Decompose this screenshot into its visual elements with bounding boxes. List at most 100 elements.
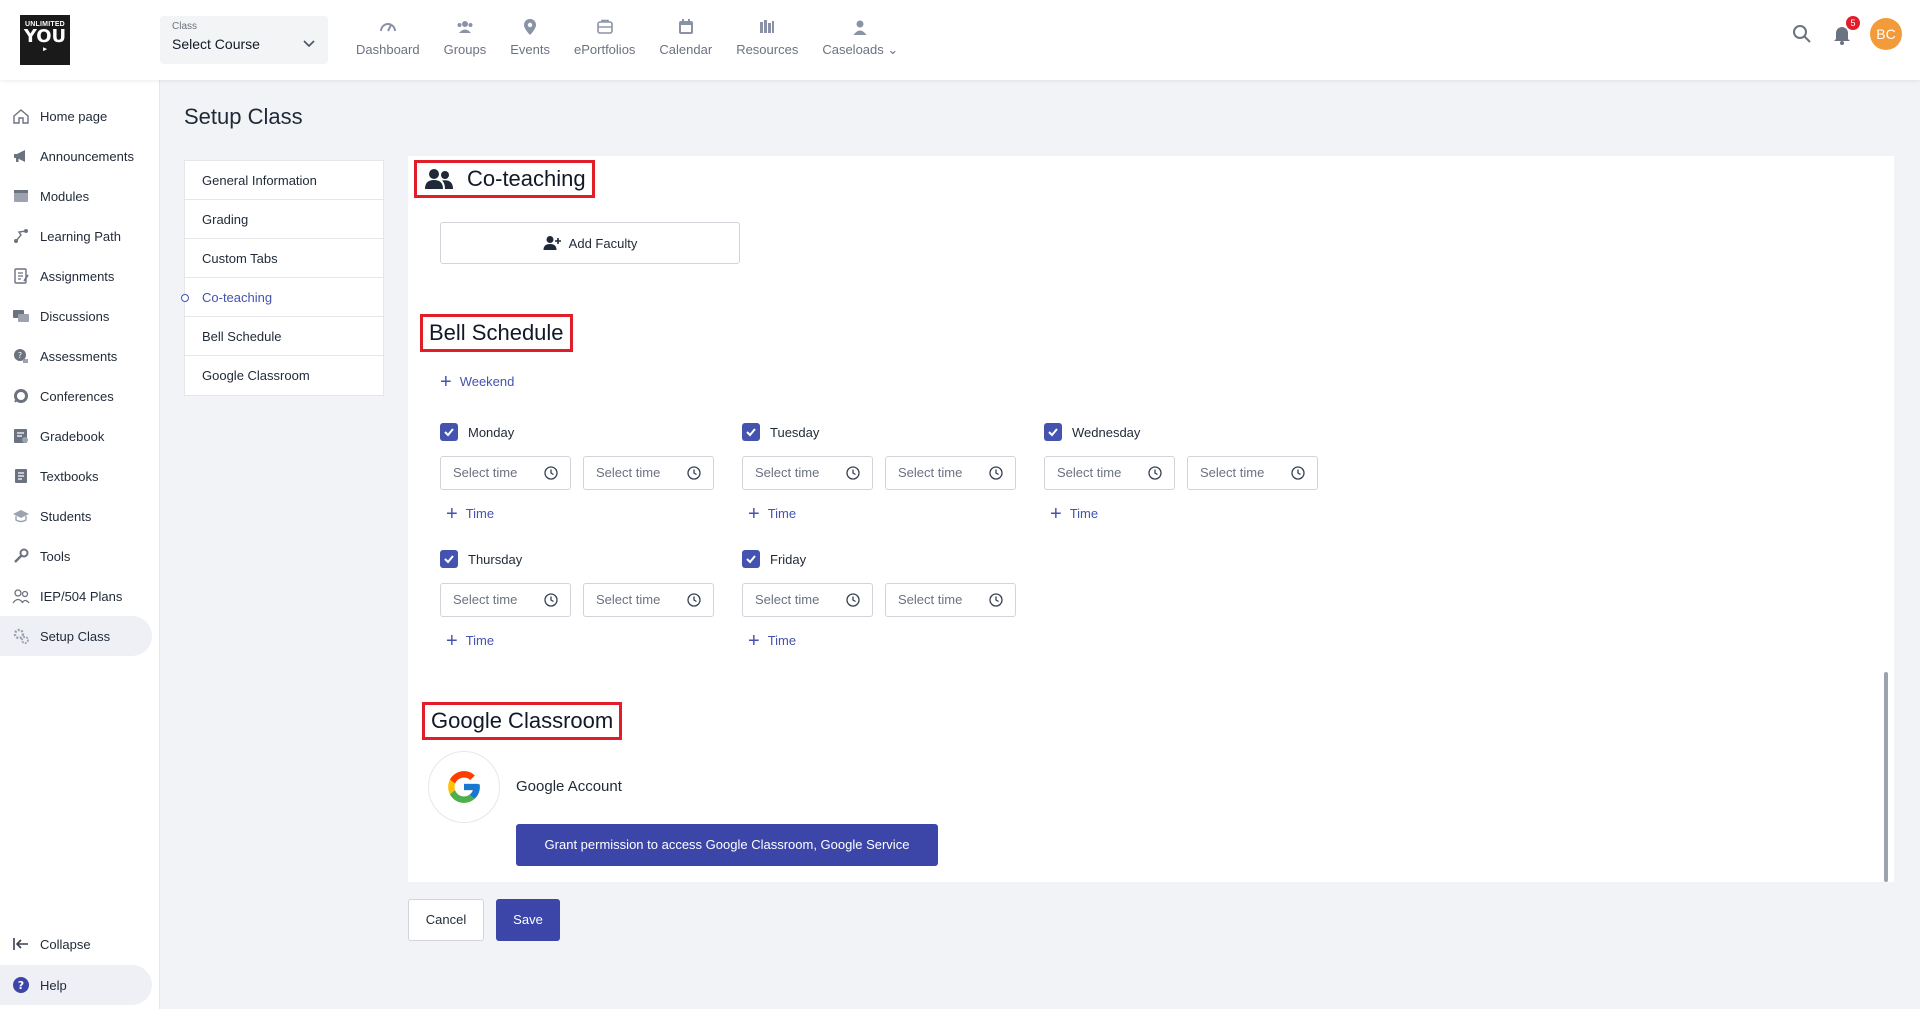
add-time-button[interactable]: + Time bbox=[1044, 504, 1318, 524]
add-time-button[interactable]: + Time bbox=[742, 504, 1016, 524]
modules-icon bbox=[14, 190, 28, 202]
sidebar-item-textbooks[interactable]: Textbooks bbox=[0, 456, 159, 496]
add-time-button[interactable]: + Time bbox=[742, 631, 1016, 651]
check-icon bbox=[1048, 428, 1058, 437]
bell-schedule-title-text: Bell Schedule bbox=[429, 320, 564, 345]
sidebar-item-assessments[interactable]: ? Assessments bbox=[0, 336, 159, 376]
collapse-button[interactable]: Collapse bbox=[0, 924, 160, 964]
help-button[interactable]: ? Help bbox=[0, 965, 152, 1005]
home-icon bbox=[13, 109, 29, 124]
add-faculty-label: Add Faculty bbox=[568, 235, 638, 251]
google-logo bbox=[428, 751, 500, 823]
day-header: Tuesday bbox=[742, 422, 1016, 442]
sidebar-item-setup-class[interactable]: Setup Class bbox=[0, 616, 152, 656]
end-time-input[interactable]: Select time bbox=[583, 583, 714, 617]
sidebar-item-gradebook[interactable]: Gradebook bbox=[0, 416, 159, 456]
end-time-input[interactable]: Select time bbox=[885, 456, 1016, 490]
sidebar-item-home[interactable]: Home page bbox=[0, 96, 159, 136]
end-time-input[interactable]: Select time bbox=[885, 583, 1016, 617]
subnav-general-information[interactable]: General Information bbox=[185, 161, 383, 200]
add-time-label: Time bbox=[465, 633, 495, 648]
subnav-custom-tabs[interactable]: Custom Tabs bbox=[185, 239, 383, 278]
sidebar-item-students[interactable]: Students bbox=[0, 496, 159, 536]
tuesday-checkbox[interactable] bbox=[742, 423, 760, 441]
start-time-input[interactable]: Select time bbox=[440, 456, 571, 490]
nav-groups-label: Groups bbox=[443, 42, 487, 57]
bell-schedule-title: Bell Schedule bbox=[420, 314, 573, 352]
wednesday-checkbox[interactable] bbox=[1044, 423, 1062, 441]
friday-checkbox[interactable] bbox=[742, 550, 760, 568]
nav-calendar[interactable]: Calendar bbox=[647, 18, 724, 58]
start-time-input[interactable]: Select time bbox=[440, 583, 571, 617]
time-placeholder: Select time bbox=[1057, 465, 1122, 480]
nav-dashboard-label: Dashboard bbox=[356, 42, 420, 57]
resources-icon bbox=[760, 20, 775, 33]
search-button[interactable] bbox=[1790, 22, 1814, 46]
nav-resources[interactable]: Resources bbox=[724, 18, 810, 58]
subnav-grading[interactable]: Grading bbox=[185, 200, 383, 239]
nav-caseloads[interactable]: Caseloads ⌄ bbox=[810, 18, 910, 58]
start-time-input[interactable]: Select time bbox=[1044, 456, 1175, 490]
top-nav: Dashboard Groups Events ePortfolios Cale… bbox=[344, 18, 910, 58]
app-logo[interactable]: UNLIMITED YOU ▸ bbox=[20, 15, 70, 65]
nav-events[interactable]: Events bbox=[498, 18, 562, 58]
sidebar-item-tools[interactable]: Tools bbox=[0, 536, 159, 576]
sidebar-item-label: Textbooks bbox=[40, 468, 99, 484]
course-select[interactable]: Class Select Course bbox=[160, 16, 328, 64]
sidebar-item-assignments[interactable]: Assignments bbox=[0, 256, 159, 296]
time-placeholder: Select time bbox=[1200, 465, 1265, 480]
groups-icon bbox=[457, 21, 473, 33]
sidebar-item-learning-path[interactable]: Learning Path bbox=[0, 216, 159, 256]
start-time-input[interactable]: Select time bbox=[742, 583, 873, 617]
start-time-input[interactable]: Select time bbox=[742, 456, 873, 490]
sidebar-item-label: Assignments bbox=[40, 268, 115, 284]
sidebar-item-modules[interactable]: Modules bbox=[0, 176, 159, 216]
dashboard-icon bbox=[379, 23, 396, 32]
collapse-label: Collapse bbox=[40, 936, 91, 952]
clock-icon bbox=[846, 593, 860, 607]
cancel-button[interactable]: Cancel bbox=[408, 899, 484, 941]
grant-permission-button[interactable]: Grant permission to access Google Classr… bbox=[516, 824, 938, 866]
learning-path-icon bbox=[14, 229, 28, 243]
google-account-label: Google Account bbox=[516, 778, 622, 795]
sidebar-item-announcements[interactable]: Announcements bbox=[0, 136, 159, 176]
time-placeholder: Select time bbox=[453, 465, 518, 480]
google-g-icon bbox=[448, 771, 480, 803]
add-weekend-button[interactable]: + Weekend bbox=[440, 372, 514, 392]
add-time-button[interactable]: + Time bbox=[440, 631, 714, 651]
sidebar-item-label: Discussions bbox=[40, 308, 110, 324]
user-avatar[interactable]: BC bbox=[1870, 18, 1902, 50]
nav-eportfolios[interactable]: ePortfolios bbox=[562, 18, 647, 58]
save-button[interactable]: Save bbox=[496, 899, 560, 941]
nav-groups[interactable]: Groups bbox=[432, 18, 499, 58]
thursday-checkbox[interactable] bbox=[440, 550, 458, 568]
subnav-google-classroom[interactable]: Google Classroom bbox=[185, 356, 383, 395]
notifications-button[interactable]: 5 bbox=[1830, 16, 1860, 46]
caseloads-icon bbox=[853, 20, 867, 35]
subnav-co-teaching[interactable]: Co-teaching bbox=[181, 278, 383, 317]
sidebar-item-label: Learning Path bbox=[40, 228, 121, 244]
sidebar-item-conferences[interactable]: Conferences bbox=[0, 376, 159, 416]
sidebar-item-discussions[interactable]: Discussions bbox=[0, 296, 159, 336]
day-label: Friday bbox=[770, 551, 807, 567]
page-title: Setup Class bbox=[184, 104, 303, 129]
monday-checkbox[interactable] bbox=[440, 423, 458, 441]
day-label: Thursday bbox=[468, 551, 523, 567]
sidebar-item-iep-plans[interactable]: IEP/504 Plans bbox=[0, 576, 159, 616]
day-header: Friday bbox=[742, 549, 1016, 569]
end-time-input[interactable]: Select time bbox=[583, 456, 714, 490]
subnav-bell-schedule[interactable]: Bell Schedule bbox=[185, 317, 383, 356]
svg-text:?: ? bbox=[18, 979, 24, 992]
google-classroom-title: Google Classroom bbox=[422, 702, 623, 740]
nav-dashboard[interactable]: Dashboard bbox=[344, 18, 432, 58]
add-faculty-button[interactable]: Add Faculty bbox=[440, 222, 740, 264]
add-time-button[interactable]: + Time bbox=[440, 504, 714, 524]
conferences-icon bbox=[14, 389, 28, 403]
content-scrollbar[interactable] bbox=[1884, 672, 1888, 882]
assessments-icon: ? bbox=[14, 349, 28, 363]
add-time-label: Time bbox=[767, 506, 797, 521]
sidebar-item-label: Setup Class bbox=[40, 628, 111, 644]
check-icon bbox=[444, 428, 454, 437]
gradebook-icon bbox=[14, 429, 28, 443]
end-time-input[interactable]: Select time bbox=[1187, 456, 1318, 490]
